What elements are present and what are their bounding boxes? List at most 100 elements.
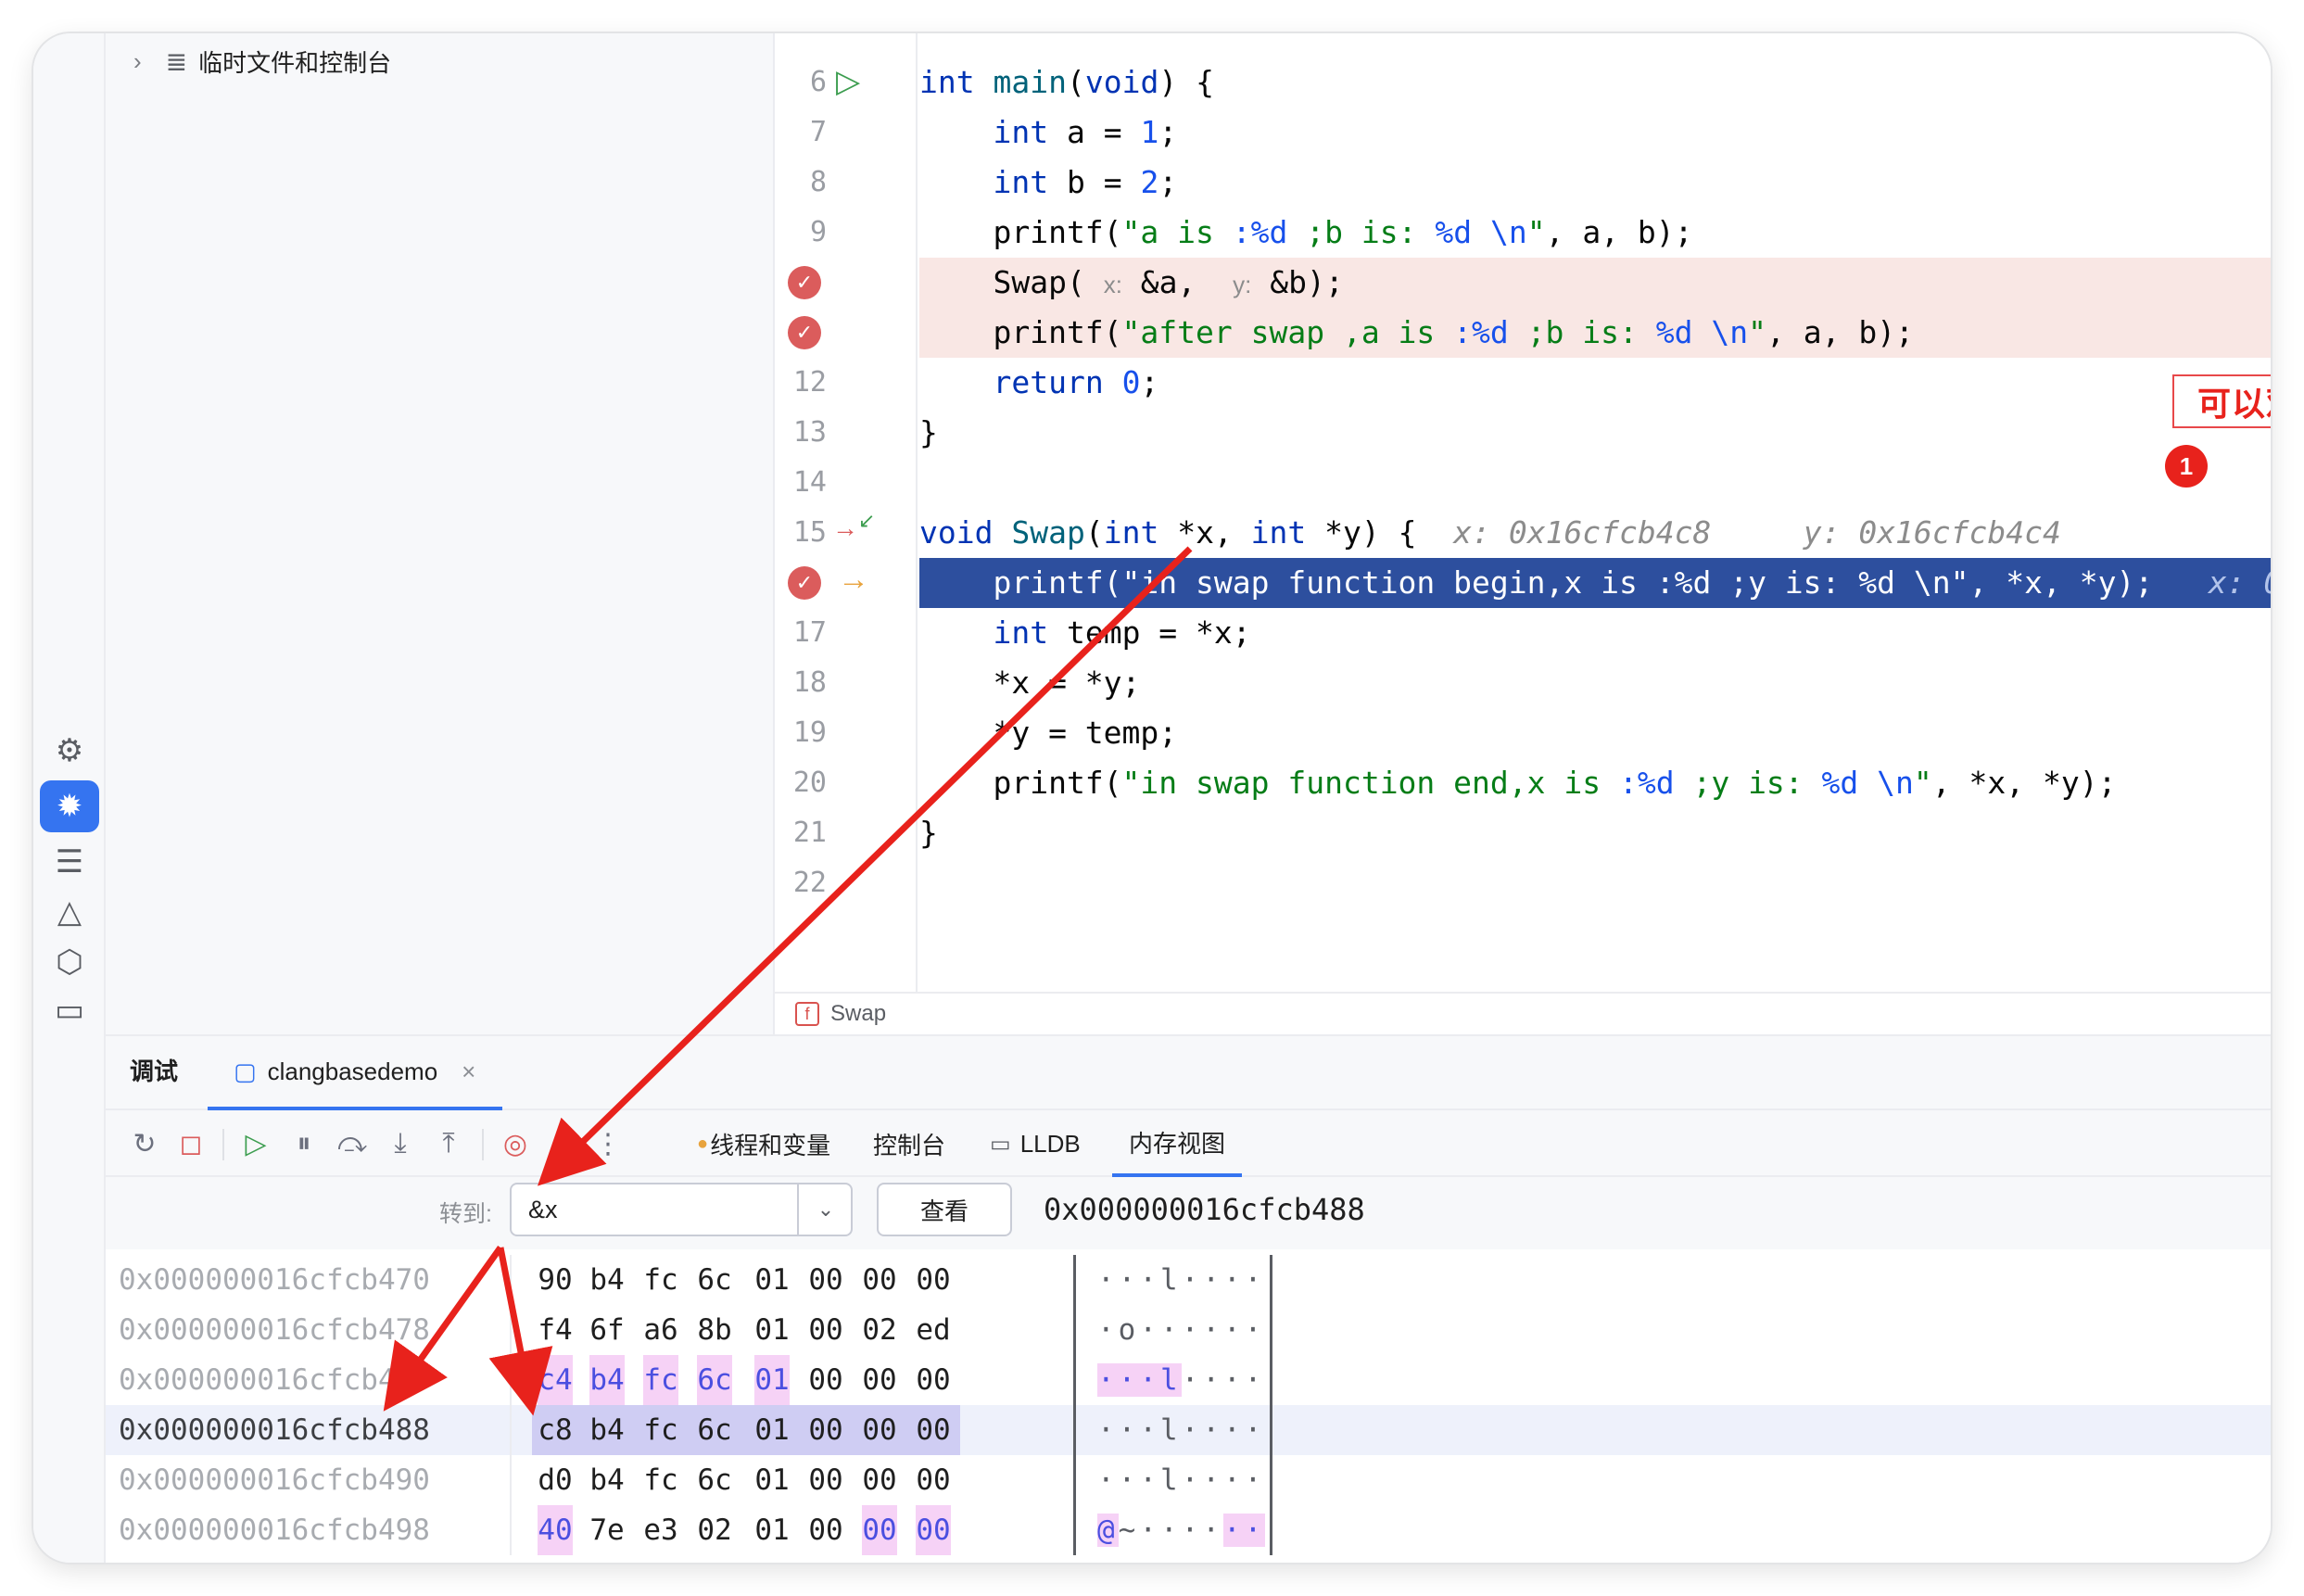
memory-byte[interactable]: 01: [754, 1455, 790, 1505]
breakpoint-icon[interactable]: ✓: [788, 316, 821, 349]
code-line[interactable]: *y = temp;: [919, 708, 2271, 758]
tab-console[interactable]: 控制台: [873, 1110, 945, 1177]
memory-row[interactable]: 0x000000016cfcb488 c8 b4 fc 6c 01 00 00 00 ···l··…: [106, 1405, 2271, 1455]
memory-byte[interactable]: 40: [538, 1505, 573, 1555]
memory-byte[interactable]: 00: [916, 1355, 951, 1405]
problems-icon[interactable]: △: [40, 886, 99, 938]
chevron-right-icon[interactable]: ›: [133, 47, 142, 76]
code-line[interactable]: int a = 1;: [919, 108, 2271, 158]
memory-byte[interactable]: 00: [808, 1405, 843, 1455]
tree-item-scratches[interactable]: › ≣ 临时文件和控制台: [133, 39, 391, 83]
memory-byte[interactable]: 01: [754, 1355, 790, 1405]
chevron-down-icon[interactable]: ⌄: [797, 1183, 853, 1236]
memory-byte[interactable]: b4: [589, 1355, 625, 1405]
memory-byte[interactable]: b4: [589, 1455, 625, 1505]
memory-byte[interactable]: 00: [808, 1255, 843, 1305]
memory-byte[interactable]: 00: [808, 1505, 843, 1555]
code-line[interactable]: }: [919, 408, 2271, 458]
memory-byte[interactable]: fc: [643, 1355, 678, 1405]
memory-byte[interactable]: 6f: [589, 1305, 625, 1355]
breakpoint-icon[interactable]: ✓: [788, 266, 821, 299]
view-button[interactable]: 查看: [877, 1183, 1012, 1236]
memory-byte[interactable]: 00: [916, 1255, 951, 1305]
run-services-icon[interactable]: ⬡: [40, 936, 99, 988]
memory-byte[interactable]: 00: [808, 1305, 843, 1355]
memory-byte[interactable]: 00: [862, 1355, 897, 1405]
memory-byte[interactable]: 00: [862, 1255, 897, 1305]
memory-byte[interactable]: fc: [643, 1455, 678, 1505]
code-line[interactable]: Swap( x: &a, y: &b);: [919, 258, 2271, 308]
memory-row[interactable]: 0x000000016cfcb490 d0 b4 fc 6c 01 00 00 00 ···l··…: [106, 1455, 2271, 1505]
memory-byte[interactable]: 01: [754, 1255, 790, 1305]
code-line[interactable]: printf("a is :%d ;b is: %d \n", a, b);: [919, 208, 2271, 258]
line-number[interactable]: 7: [775, 108, 827, 158]
code-line[interactable]: printf("after swap ,a is :%d ;b is: %d \…: [919, 308, 2271, 358]
code-area[interactable]: int main(void) { int a = 1; int b = 2; p…: [919, 33, 2271, 992]
more-icon[interactable]: ⋮: [588, 1123, 628, 1164]
tab-clangbasedemo[interactable]: ▢ clangbasedemo ×: [208, 1036, 502, 1110]
code-line[interactable]: void Swap(int *x, int *y) { x: 0x16cfcb4…: [919, 508, 2271, 558]
code-line[interactable]: *x = *y;: [919, 658, 2271, 708]
memory-byte[interactable]: 00: [862, 1405, 897, 1455]
memory-byte[interactable]: 01: [754, 1405, 790, 1455]
memory-byte[interactable]: e3: [643, 1505, 678, 1555]
tab-lldb[interactable]: ▭ LLDB: [990, 1110, 1081, 1177]
services-icon[interactable]: ⚙: [40, 725, 99, 777]
memory-byte[interactable]: b4: [589, 1255, 625, 1305]
breakpoint-icon[interactable]: ✓: [788, 566, 821, 600]
code-line[interactable]: printf("in swap function end,x is :%d ;y…: [919, 758, 2271, 808]
memory-byte[interactable]: 90: [538, 1255, 573, 1305]
memory-byte[interactable]: 8b: [697, 1305, 732, 1355]
memory-row[interactable]: 0x000000016cfcb480 c4 b4 fc 6c 01 00 00 00 ···l··…: [106, 1355, 2271, 1405]
step-over-icon[interactable]: ⤼: [332, 1123, 373, 1164]
step-out-icon[interactable]: ⤒: [428, 1123, 469, 1164]
memory-byte[interactable]: 00: [916, 1455, 951, 1505]
memory-byte[interactable]: 00: [808, 1355, 843, 1405]
memory-row[interactable]: 0x000000016cfcb470 90 b4 fc 6c 01 00 00 00 ···l··…: [106, 1255, 2271, 1305]
memory-byte[interactable]: c8: [538, 1405, 573, 1455]
memory-view[interactable]: 0x000000016cfcb470 90 b4 fc 6c 01 00 00 00 ···l··…: [106, 1249, 2271, 1563]
memory-byte[interactable]: ed: [916, 1305, 951, 1355]
current-execution-line[interactable]: printf("in swap function begin,x is :%d …: [919, 558, 2271, 608]
breadcrumb[interactable]: f Swap: [775, 992, 2271, 1034]
line-number[interactable]: 18: [775, 658, 827, 708]
tab-threads-variables[interactable]: ● 线程和变量: [697, 1110, 830, 1177]
debug-bug-icon[interactable]: ✹: [40, 780, 99, 832]
line-number[interactable]: 13: [775, 408, 827, 458]
code-line[interactable]: return 0;: [919, 358, 2271, 408]
code-line[interactable]: [919, 458, 2271, 508]
code-line[interactable]: int b = 2;: [919, 158, 2271, 208]
mute-breakpoints-icon[interactable]: ⊘: [545, 1123, 586, 1164]
memory-byte[interactable]: c4: [538, 1355, 573, 1405]
memory-byte[interactable]: 01: [754, 1505, 790, 1555]
run-gutter-icon[interactable]: ▷: [836, 63, 860, 100]
line-number[interactable]: 22: [775, 858, 827, 908]
memory-byte[interactable]: b4: [589, 1405, 625, 1455]
line-number[interactable]: 17: [775, 608, 827, 658]
line-number[interactable]: 6: [775, 57, 827, 108]
editor-gutter[interactable]: 6 ▷ 7 8 9 ✓ ✓ 12 13 14 15 →↙ ✓ → 17 18 19 20 21 22: [775, 33, 918, 992]
memory-byte[interactable]: fc: [643, 1405, 678, 1455]
pause-icon[interactable]: ⏸: [284, 1123, 324, 1164]
memory-byte[interactable]: 02: [862, 1305, 897, 1355]
memory-byte[interactable]: 00: [916, 1405, 951, 1455]
code-line[interactable]: int main(void) {: [919, 57, 2271, 108]
line-number[interactable]: 19: [775, 708, 827, 758]
view-breakpoints-icon[interactable]: ◎: [495, 1123, 536, 1164]
memory-byte[interactable]: 6c: [697, 1455, 732, 1505]
close-icon[interactable]: ×: [462, 1058, 475, 1086]
code-line[interactable]: [919, 858, 2271, 908]
line-number[interactable]: 12: [775, 358, 827, 408]
line-number[interactable]: 9: [775, 208, 827, 258]
memory-byte[interactable]: 01: [754, 1305, 790, 1355]
memory-row[interactable]: 0x000000016cfcb498 40 7e e3 02 01 00 00 00 @~····…: [106, 1505, 2271, 1555]
step-into-icon[interactable]: ⤓: [380, 1123, 421, 1164]
memory-byte[interactable]: a6: [643, 1305, 678, 1355]
structure-icon[interactable]: ☰: [40, 836, 99, 888]
resume-icon[interactable]: ▷: [235, 1123, 276, 1164]
memory-byte[interactable]: 7e: [589, 1505, 625, 1555]
line-number[interactable]: 21: [775, 808, 827, 858]
line-number[interactable]: 8: [775, 158, 827, 208]
memory-byte[interactable]: 6c: [697, 1355, 732, 1405]
memory-byte[interactable]: fc: [643, 1255, 678, 1305]
